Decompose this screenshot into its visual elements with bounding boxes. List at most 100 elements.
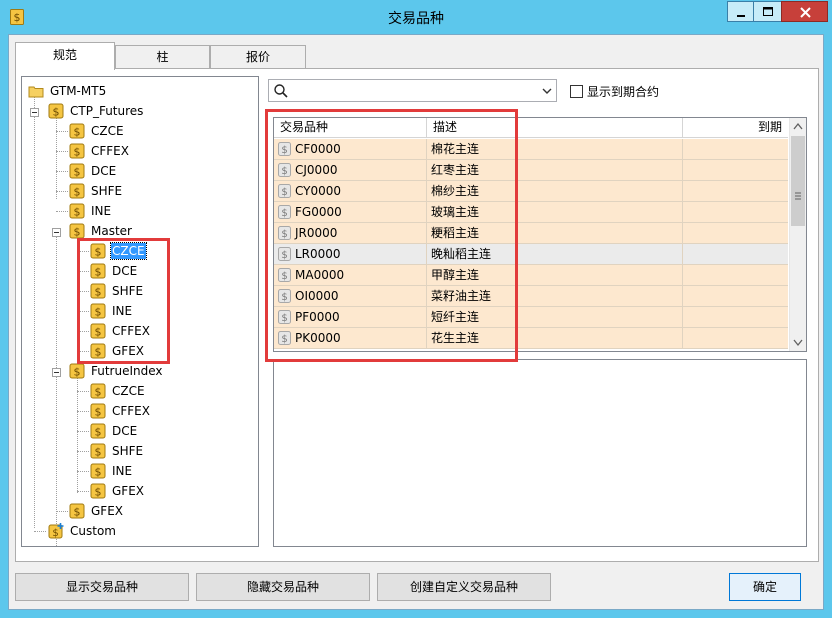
- table-row[interactable]: $ CF0000 棉花主连: [274, 139, 788, 160]
- minimize-button[interactable]: [727, 1, 753, 22]
- symbol-dollar-icon: $: [278, 184, 291, 198]
- title-bar[interactable]: $ 交易品种: [0, 0, 832, 34]
- table-row[interactable]: $ FG0000 玻璃主连: [274, 202, 788, 223]
- svg-text:$: $: [95, 346, 102, 359]
- svg-text:$: $: [95, 466, 102, 479]
- symbol-cell-text: OI0000: [295, 289, 339, 303]
- symbol-tree[interactable]: GTM-MT5 $ CTP_Futures $ CZCE $ CFFEX $ D…: [21, 76, 259, 547]
- dollar-folder-icon: $: [90, 383, 106, 399]
- close-button[interactable]: [781, 1, 828, 22]
- description-cell: 棉花主连: [427, 139, 683, 159]
- tab-bars[interactable]: 柱: [115, 45, 210, 69]
- collapse-toggle-icon[interactable]: [52, 228, 61, 237]
- svg-text:$: $: [281, 145, 287, 156]
- tree-node-label: Custom: [70, 524, 116, 538]
- table-row[interactable]: $ CY0000 棉纱主连: [274, 181, 788, 202]
- svg-text:$: $: [74, 506, 81, 519]
- symbol-cell-text: JR0000: [295, 226, 338, 240]
- symbol-cell-text: CY0000: [295, 184, 342, 198]
- symbol-dollar-icon: $: [278, 142, 291, 156]
- description-cell: 棉纱主连: [427, 181, 683, 201]
- search-combobox[interactable]: [268, 79, 557, 102]
- symbol-cell: $ CF0000: [274, 139, 427, 159]
- create-custom-symbol-button[interactable]: 创建自定义交易品种: [377, 573, 551, 601]
- maximize-button[interactable]: [753, 1, 781, 22]
- column-header-expiry[interactable]: 到期: [683, 118, 788, 138]
- tree-line: [77, 431, 89, 432]
- tree-line: [56, 232, 57, 546]
- svg-text:$: $: [95, 266, 102, 279]
- collapse-toggle-icon[interactable]: [30, 108, 39, 117]
- tree-node-label: DCE: [112, 424, 138, 438]
- svg-text:$: $: [95, 446, 102, 459]
- search-input[interactable]: [291, 82, 531, 99]
- symbol-cell: $ JR0000: [274, 223, 427, 243]
- symbol-dollar-icon: $: [278, 163, 291, 177]
- symbol-cell-text: PK0000: [295, 331, 341, 345]
- symbol-dollar-icon: $: [278, 226, 291, 240]
- dollar-folder-plus-icon: $: [48, 523, 64, 539]
- dollar-folder-icon: $: [90, 283, 106, 299]
- tree-node-label: CFFEX: [91, 144, 129, 158]
- table-row[interactable]: $ PK0000 花生主连: [274, 328, 788, 349]
- table-row[interactable]: $ OI0000 菜籽油主连: [274, 286, 788, 307]
- symbol-cell-text: CJ0000: [295, 163, 338, 177]
- table-row[interactable]: $ PF0000 短纤主连: [274, 307, 788, 328]
- dialog-window: $ 交易品种 规范 柱 报价 GTM-MT5 $ CTP_Futures $ C…: [0, 0, 832, 618]
- scroll-up-icon[interactable]: [790, 118, 806, 135]
- dollar-folder-icon: $: [69, 363, 85, 379]
- tab-spec[interactable]: 规范: [15, 42, 115, 70]
- collapse-toggle-icon[interactable]: [52, 368, 61, 377]
- dollar-folder-icon: $: [90, 343, 106, 359]
- symbol-cell: $ PK0000: [274, 328, 427, 348]
- hide-symbol-button[interactable]: 隐藏交易品种: [196, 573, 370, 601]
- description-cell: 短纤主连: [427, 307, 683, 327]
- svg-text:$: $: [74, 226, 81, 239]
- tree-line: [56, 511, 68, 512]
- table-row[interactable]: $ CJ0000 红枣主连: [274, 160, 788, 181]
- table-row[interactable]: $ MA0000 甲醇主连: [274, 265, 788, 286]
- symbol-dollar-icon: $: [278, 247, 291, 261]
- svg-text:$: $: [281, 166, 287, 177]
- dollar-folder-icon: $: [90, 463, 106, 479]
- scrollbar-thumb[interactable]: [791, 136, 805, 226]
- show-symbol-button[interactable]: 显示交易品种: [15, 573, 189, 601]
- tab-quotes[interactable]: 报价: [210, 45, 306, 69]
- tree-node-label: SHFE: [91, 184, 123, 198]
- svg-text:$: $: [74, 366, 81, 379]
- symbol-cell: $ CJ0000: [274, 160, 427, 180]
- tree-line: [56, 171, 68, 172]
- dollar-folder-icon: $: [90, 263, 106, 279]
- dollar-folder-icon: $: [69, 123, 85, 139]
- expiry-cell: [683, 328, 788, 348]
- close-icon: [800, 7, 811, 18]
- symbols-grid[interactable]: 交易品种 描述 到期 $ CF0000 棉花主连 $ CJ0000 红枣主连 $ CY0000…: [273, 117, 807, 352]
- table-row[interactable]: $ JR0000 粳稻主连: [274, 223, 788, 244]
- scroll-down-icon[interactable]: [790, 334, 806, 351]
- symbol-cell-text: CF0000: [295, 142, 341, 156]
- symbol-cell: $ CY0000: [274, 181, 427, 201]
- tree-line: [77, 451, 89, 452]
- tree-line: [56, 131, 68, 132]
- symbol-cell-text: MA0000: [295, 268, 345, 282]
- description-cell: 粳稻主连: [427, 223, 683, 243]
- svg-text:$: $: [281, 271, 287, 282]
- tree-node-label: INE: [112, 464, 133, 478]
- tab-bars-label: 柱: [156, 50, 169, 64]
- column-header-symbol[interactable]: 交易品种: [274, 118, 427, 138]
- expiry-cell: [683, 286, 788, 306]
- svg-text:$: $: [281, 208, 287, 219]
- svg-text:$: $: [281, 334, 287, 345]
- description-cell: 红枣主连: [427, 160, 683, 180]
- table-row[interactable]: $ LR0000 晚籼稻主连: [274, 244, 788, 265]
- tree-node-label: CZCE: [110, 242, 147, 260]
- chevron-down-icon[interactable]: [542, 87, 552, 95]
- column-header-description[interactable]: 描述: [427, 118, 683, 138]
- ok-button[interactable]: 确定: [729, 573, 801, 601]
- show-expired-checkbox[interactable]: [570, 85, 583, 98]
- tree-line: [77, 311, 89, 312]
- symbol-dollar-icon: $: [278, 331, 291, 345]
- vertical-scrollbar[interactable]: [789, 118, 806, 351]
- symbol-cell-text: PF0000: [295, 310, 340, 324]
- svg-text:$: $: [281, 229, 287, 240]
